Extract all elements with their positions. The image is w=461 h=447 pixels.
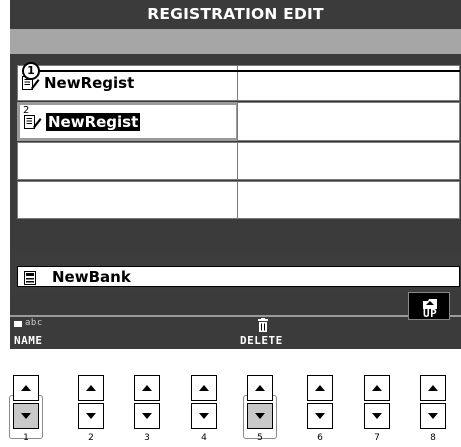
- hw-button-number: 4: [201, 433, 207, 443]
- up-arrow-icon: [21, 385, 31, 391]
- hw-button-number: 1: [23, 433, 29, 443]
- up-arrow-icon: [372, 385, 382, 391]
- callout-leader-line: [38, 70, 460, 72]
- hw-up-button-7[interactable]: [364, 375, 390, 401]
- hw-button-pair-5: [243, 375, 277, 439]
- up-button-label: UP: [423, 307, 438, 320]
- hw-button-number: 3: [144, 433, 150, 443]
- delete-button-label: DELETE: [240, 334, 283, 347]
- hw-button-pair-7: [364, 375, 390, 432]
- name-button[interactable]: abc NAME: [14, 318, 64, 348]
- hw-up-button-3[interactable]: [134, 375, 160, 401]
- hw-button-number: 5: [257, 433, 263, 443]
- callout-marker: 1: [22, 62, 40, 80]
- registration-slot-empty[interactable]: [237, 181, 460, 219]
- hw-button-pair-8: [420, 375, 446, 432]
- hw-button-pair-3: [134, 375, 160, 432]
- hw-down-button-6[interactable]: [307, 403, 333, 429]
- hw-up-button-6[interactable]: [307, 375, 333, 401]
- bank-icon: [24, 270, 36, 285]
- up-arrow-icon: [255, 385, 265, 391]
- hw-button-pair-6: [307, 375, 333, 432]
- hw-button-pair-4: [191, 375, 217, 432]
- up-button[interactable]: UP: [408, 292, 450, 320]
- up-arrow-icon: [428, 385, 438, 391]
- hw-button-pair-1: [9, 375, 43, 439]
- down-arrow-icon: [86, 413, 96, 419]
- softkey-area: [10, 290, 461, 349]
- bank-name: NewBank: [52, 267, 131, 286]
- down-arrow-icon: [21, 413, 31, 419]
- hw-down-button-2[interactable]: [78, 403, 104, 429]
- delete-button[interactable]: DELETE: [240, 316, 292, 348]
- hw-down-button-1[interactable]: [13, 403, 39, 429]
- softkey-divider: [10, 315, 461, 317]
- hw-button-pair-2: [78, 375, 104, 432]
- hw-up-button-5[interactable]: [247, 375, 273, 401]
- hw-down-button-3[interactable]: [134, 403, 160, 429]
- registration-slot-empty[interactable]: [17, 142, 239, 180]
- lcd-screen: REGISTRATION EDIT NewRegist 2 NewRegist …: [10, 0, 461, 349]
- page-title: REGISTRATION EDIT: [10, 0, 461, 29]
- up-arrow-icon: [199, 385, 209, 391]
- registration-name: NewRegist: [46, 112, 141, 131]
- down-arrow-icon: [372, 413, 382, 419]
- folder-icon: [14, 321, 22, 327]
- registration-name: NewRegist: [44, 74, 135, 92]
- hw-up-button-1[interactable]: [13, 375, 39, 401]
- hw-down-button-7[interactable]: [364, 403, 390, 429]
- hw-button-number: 2: [88, 433, 94, 443]
- registration-item-2[interactable]: 2 NewRegist: [17, 102, 239, 141]
- up-arrow-icon: [315, 385, 325, 391]
- down-arrow-icon: [315, 413, 325, 419]
- registration-icon: [24, 114, 42, 130]
- down-arrow-icon: [428, 413, 438, 419]
- header-band: [10, 29, 461, 54]
- hw-up-button-4[interactable]: [191, 375, 217, 401]
- registration-slot-empty[interactable]: [17, 181, 239, 219]
- hw-down-button-4[interactable]: [191, 403, 217, 429]
- hw-up-button-8[interactable]: [420, 375, 446, 401]
- up-arrow-icon: [142, 385, 152, 391]
- up-arrow-icon: [86, 385, 96, 391]
- down-arrow-icon: [142, 413, 152, 419]
- hw-up-button-2[interactable]: [78, 375, 104, 401]
- hw-button-number: 7: [374, 433, 380, 443]
- hw-button-number: 6: [317, 433, 323, 443]
- registration-slot-empty[interactable]: [237, 102, 460, 141]
- down-arrow-icon: [199, 413, 209, 419]
- registration-slot-empty[interactable]: [237, 142, 460, 180]
- down-arrow-icon: [255, 413, 265, 419]
- name-button-label: NAME: [14, 334, 43, 347]
- bank-name-bar: NewBank: [17, 266, 460, 287]
- hw-down-button-8[interactable]: [420, 403, 446, 429]
- name-button-hint: abc: [25, 318, 43, 328]
- hw-down-button-5[interactable]: [247, 403, 273, 429]
- hw-button-number: 8: [430, 433, 436, 443]
